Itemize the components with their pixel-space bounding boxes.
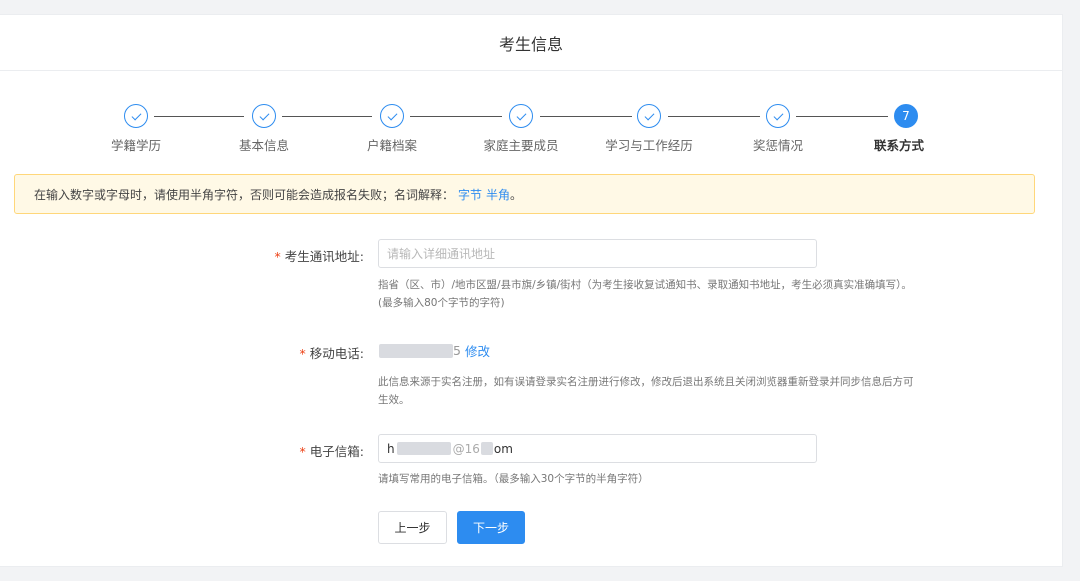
notice-banner: 在输入数字或字母时，请使用半角字符，否则可能会造成报名失败；名词解释： 字节 半… [14, 174, 1035, 214]
address-input[interactable]: 请输入详细通讯地址 [378, 239, 817, 268]
email-input[interactable]: h @16 om [378, 434, 817, 463]
step-connector [410, 116, 502, 117]
step-3-check-icon[interactable] [380, 104, 404, 128]
prev-step-button[interactable]: 上一步 [378, 511, 447, 544]
step-label-family[interactable]: 家庭主要成员 [483, 135, 558, 154]
step-1-check-icon[interactable] [124, 104, 148, 128]
step-label-contact: 联系方式 [873, 138, 925, 153]
email-redacted-2 [480, 442, 493, 455]
phone-value-tail: 5 [453, 343, 461, 358]
phone-help-line2: 生效。 [378, 394, 410, 406]
email-value-head: h [387, 441, 395, 456]
step-5-check-icon[interactable] [637, 104, 661, 128]
notice-end: 。 [510, 187, 523, 202]
email-help: 请填写常用的电子信箱。（最多输入30个字节的半角字符） [378, 473, 649, 485]
notice-link-halfwidth[interactable]: 半角 [486, 186, 510, 203]
address-label: * 考生通讯地址: [274, 249, 364, 264]
step-connector [668, 116, 760, 117]
required-mark: * [299, 346, 306, 361]
next-step-button[interactable]: 下一步 [457, 511, 525, 544]
step-6-check-icon[interactable] [766, 104, 790, 128]
card-header: 考生信息 [0, 15, 1062, 71]
step-label-experience[interactable]: 学习与工作经历 [605, 135, 693, 154]
step-connector [154, 116, 244, 117]
address-help-line2: (最多输入80个字节的字符) [378, 297, 505, 309]
notice-link-byte[interactable]: 字节 [458, 186, 482, 203]
step-label-household[interactable]: 户籍档案 [367, 135, 417, 154]
address-placeholder: 请输入详细通讯地址 [387, 247, 496, 261]
address-help-line1: 指省（区、市）/地市区盟/县市旗/乡镇/街村（为考生接收复试通知书、录取通知书地… [378, 279, 912, 291]
step-label-basic[interactable]: 基本信息 [239, 135, 289, 154]
step-connector [540, 116, 632, 117]
phone-redacted [379, 343, 453, 358]
address-help: 指省（区、市）/地市区盟/县市旗/乡镇/街村（为考生接收复试通知书、录取通知书地… [378, 276, 948, 312]
step-connector [282, 116, 372, 117]
phone-help-line1: 此信息来源于实名注册，如有误请登录实名注册进行修改，修改后退出系统且关闭浏览器重… [378, 376, 914, 388]
required-mark: * [274, 249, 281, 264]
email-redacted [396, 442, 451, 455]
notice-text: 在输入数字或字母时，请使用半角字符，否则可能会造成报名失败；名词解释： [34, 187, 455, 202]
step-label-awards[interactable]: 奖惩情况 [753, 135, 803, 154]
step-label-academic[interactable]: 学籍学历 [111, 135, 161, 154]
required-mark: * [299, 444, 306, 459]
step-2-check-icon[interactable] [252, 104, 276, 128]
phone-value: 5 修改 [379, 341, 490, 360]
step-7-number: 7 [894, 104, 918, 128]
step-4-check-icon[interactable] [509, 104, 533, 128]
phone-help: 此信息来源于实名注册，如有误请登录实名注册进行修改，修改后退出系统且关闭浏览器重… [378, 373, 948, 409]
email-label: * 电子信箱: [299, 444, 364, 459]
step-connector [796, 116, 888, 117]
email-value-tail: om [493, 441, 513, 456]
email-value-mid: @16 [452, 441, 480, 456]
phone-label: * 移动电话: [299, 346, 364, 361]
page-title: 考生信息 [498, 34, 563, 54]
phone-modify-link[interactable]: 修改 [465, 341, 490, 360]
